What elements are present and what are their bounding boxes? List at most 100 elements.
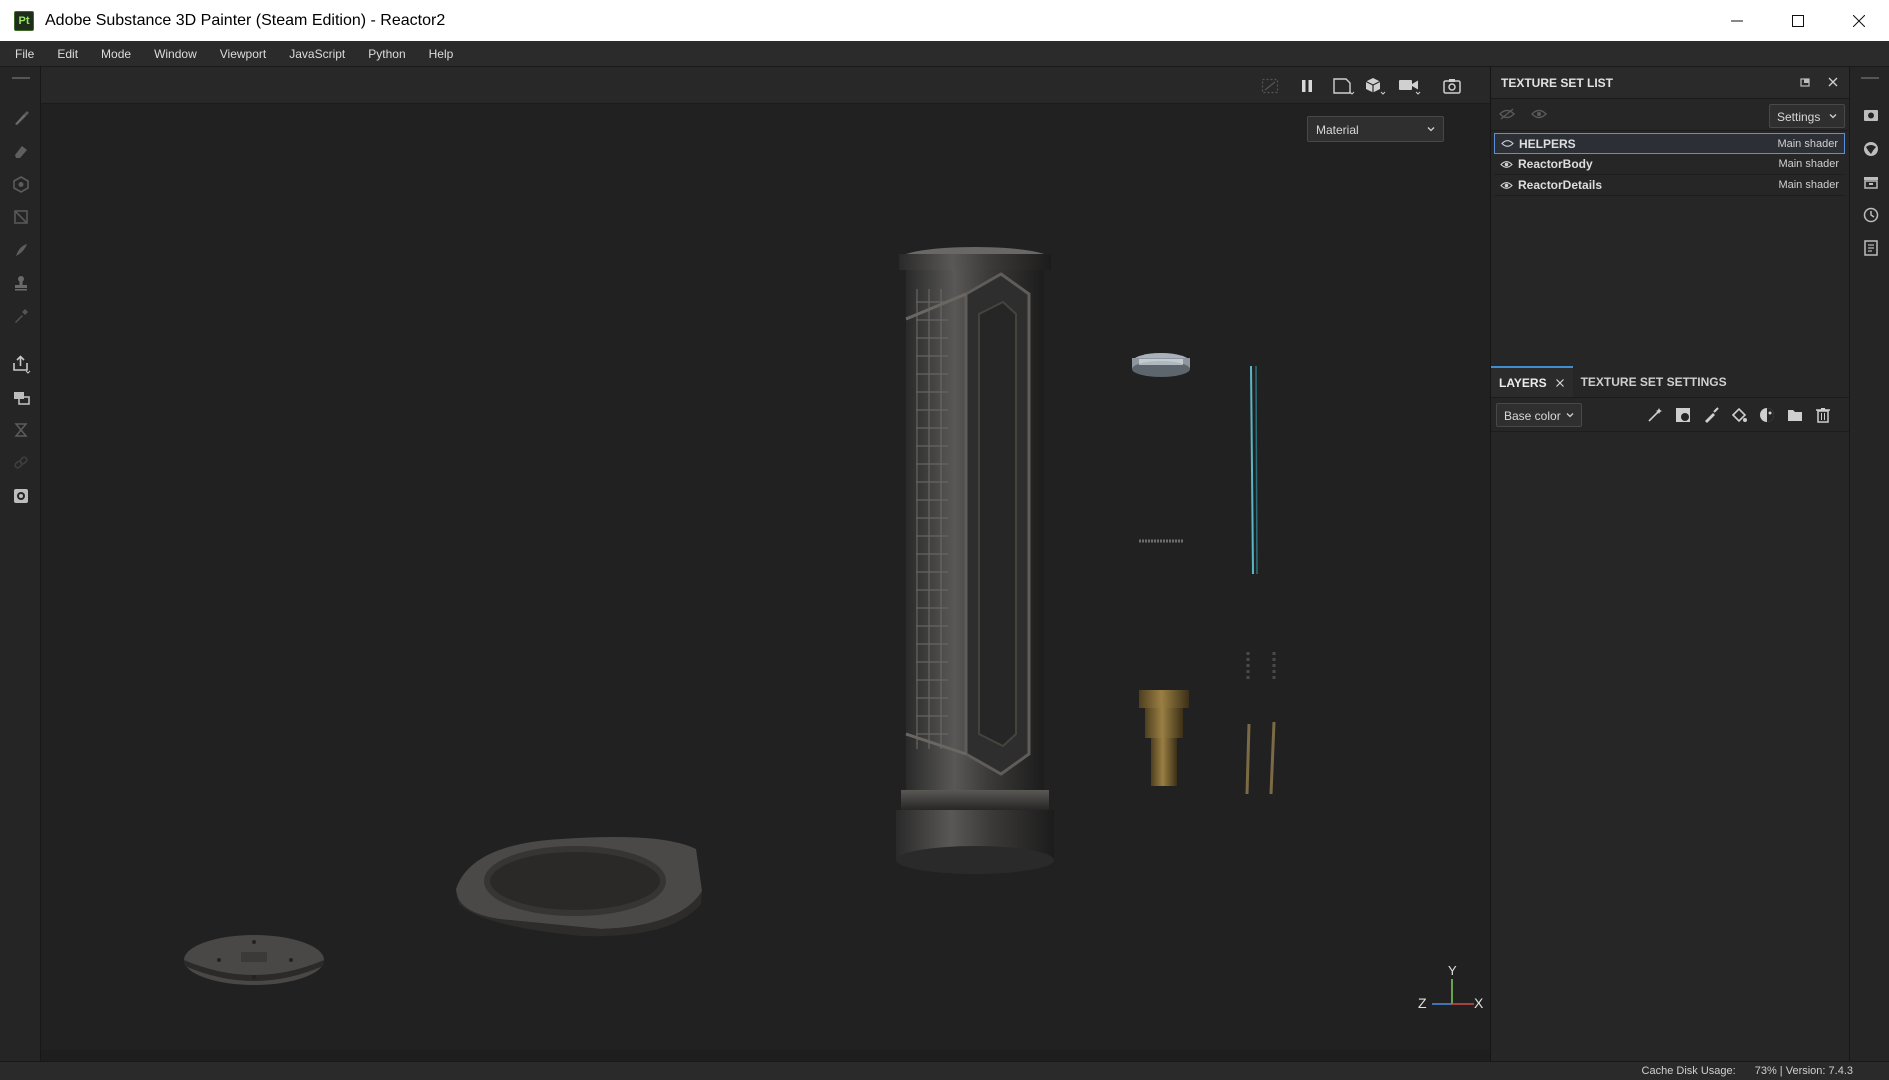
add-paint-layer-button[interactable]: [1701, 406, 1721, 424]
texture-set-row-helpers[interactable]: HELPERS Main shader: [1494, 133, 1845, 154]
settings-dropdown[interactable]: Settings: [1769, 104, 1845, 128]
3d-view-button[interactable]: [1363, 75, 1389, 97]
cube-icon: [1365, 78, 1386, 95]
delete-layer-button[interactable]: [1813, 406, 1833, 424]
visibility-toggle[interactable]: [1500, 181, 1514, 190]
viewport[interactable]: Material Y Z X: [41, 67, 1490, 1050]
texture-set-name: ReactorDetails: [1518, 178, 1603, 192]
geometry-mask-tool[interactable]: [9, 205, 33, 229]
menu-help[interactable]: Help: [415, 47, 463, 61]
dock-screenshot-button[interactable]: [1860, 105, 1882, 127]
texture-set-shader[interactable]: Main shader: [1778, 158, 1839, 170]
viewport-toolbar: [41, 67, 1490, 104]
dock-environment-button[interactable]: [1860, 138, 1882, 160]
small-disk-mesh: [184, 935, 324, 985]
scene-render: [184, 247, 1276, 985]
axis-gizmo: Y Z X: [1416, 963, 1486, 1019]
polygon-fill-icon: [14, 210, 28, 224]
menu-python[interactable]: Python: [354, 47, 414, 61]
toolbar-grip[interactable]: [12, 77, 30, 79]
eye-icon: [1500, 160, 1513, 168]
camera-icon: [1443, 79, 1461, 94]
shelf-icon: [1864, 177, 1878, 189]
video-camera-icon: [1399, 80, 1421, 95]
camera-settings-button[interactable]: [1397, 75, 1423, 97]
pause-icon: [1302, 80, 1312, 92]
cache-disk-label: Cache Disk Usage:: [1641, 1065, 1736, 1077]
bake-tool[interactable]: [9, 385, 33, 409]
close-panel-icon[interactable]: [1827, 76, 1839, 88]
brush-icon: [15, 111, 29, 125]
dock-log-button[interactable]: [1860, 237, 1882, 259]
base-ring-mesh: [456, 836, 702, 937]
add-folder-button[interactable]: [1785, 406, 1805, 424]
channel-dropdown[interactable]: Base color: [1496, 403, 1582, 427]
status-text: Cache Disk Usage: 73% | Version: 7.4.3: [1642, 1065, 1853, 1077]
menu-file[interactable]: File: [0, 47, 43, 61]
clone-tool[interactable]: [9, 271, 33, 295]
mask-icon: [1676, 408, 1690, 422]
right-panels: TEXTURE SET LIST Settings HELPERS Main s…: [1490, 67, 1850, 1061]
texture-set-row-reactordetails[interactable]: ReactorDetails Main shader: [1494, 175, 1845, 196]
menu-viewport[interactable]: Viewport: [206, 47, 275, 61]
app-logo: Pt: [14, 10, 34, 31]
eyedropper-icon: [15, 309, 28, 323]
globe-icon: [1864, 142, 1878, 156]
maximize-button[interactable]: [1767, 0, 1828, 41]
projection-tool[interactable]: [9, 172, 33, 196]
color-picker-tool[interactable]: [9, 304, 33, 328]
polygon-fill-tool[interactable]: [9, 418, 33, 442]
view-2d-icon: [1333, 78, 1355, 95]
export-icon: [13, 355, 31, 374]
view-mode-button[interactable]: [1331, 75, 1357, 97]
texture-set-row-reactorbody[interactable]: ReactorBody Main shader: [1494, 154, 1845, 175]
add-smart-material-button[interactable]: [1757, 406, 1777, 424]
add-mask-button[interactable]: [1673, 406, 1693, 424]
add-effect-button[interactable]: [1645, 406, 1665, 424]
paint-brush-tool[interactable]: [9, 106, 33, 130]
dock-history-button[interactable]: [1860, 204, 1882, 226]
tab-layers-label: LAYERS: [1499, 375, 1547, 390]
texture-set-shader[interactable]: Main shader: [1778, 179, 1839, 191]
menu-javascript[interactable]: JavaScript: [275, 47, 354, 61]
add-fill-layer-button[interactable]: [1729, 406, 1749, 424]
projection-icon: [13, 176, 29, 193]
hourglass-icon: [14, 423, 28, 437]
menu-mode[interactable]: Mode: [87, 47, 140, 61]
screenshot-button[interactable]: [1439, 75, 1465, 97]
trash-icon: [1816, 408, 1830, 423]
minimize-button[interactable]: [1706, 0, 1767, 41]
texture-set-name: ReactorBody: [1518, 157, 1593, 171]
dock-assets-button[interactable]: [1860, 171, 1882, 193]
window-title: Adobe Substance 3D Painter (Steam Editio…: [45, 11, 446, 29]
smudge-tool[interactable]: [9, 238, 33, 262]
folder-icon: [1788, 410, 1802, 421]
show-all-icon[interactable]: [1531, 108, 1547, 120]
display-settings-icon: [1864, 110, 1878, 121]
eraser-tool[interactable]: [9, 139, 33, 163]
link-icon: [14, 456, 28, 469]
undock-icon[interactable]: [1799, 76, 1811, 88]
close-tab-icon[interactable]: [1555, 378, 1565, 388]
tab-texture-set-settings-label: TEXTURE SET SETTINGS: [1580, 374, 1727, 389]
texture-set-shader[interactable]: Main shader: [1777, 138, 1838, 150]
visibility-toggle[interactable]: [1501, 139, 1515, 148]
eraser-icon: [15, 146, 27, 158]
tab-layers[interactable]: LAYERS: [1491, 366, 1573, 397]
reactor-body-mesh: [896, 247, 1054, 874]
hide-all-icon[interactable]: [1499, 108, 1515, 120]
close-button[interactable]: [1828, 0, 1889, 41]
axis-x-label: X: [1474, 995, 1484, 1011]
right-toolbar-grip[interactable]: [1861, 77, 1879, 79]
tab-texture-set-settings[interactable]: TEXTURE SET SETTINGS: [1573, 366, 1735, 397]
pause-button[interactable]: [1294, 75, 1320, 97]
selection-toggle-button[interactable]: [1257, 75, 1283, 97]
status-bar: Cache Disk Usage: 73% | Version: 7.4.3: [0, 1061, 1889, 1080]
export-tool[interactable]: [9, 352, 33, 376]
menu-edit[interactable]: Edit: [43, 47, 87, 61]
visibility-toggle[interactable]: [1500, 160, 1514, 169]
material-picker-tool[interactable]: [9, 484, 33, 508]
link-tool[interactable]: [9, 451, 33, 475]
texture-set-list-title: TEXTURE SET LIST: [1501, 75, 1614, 90]
menu-window[interactable]: Window: [140, 47, 206, 61]
